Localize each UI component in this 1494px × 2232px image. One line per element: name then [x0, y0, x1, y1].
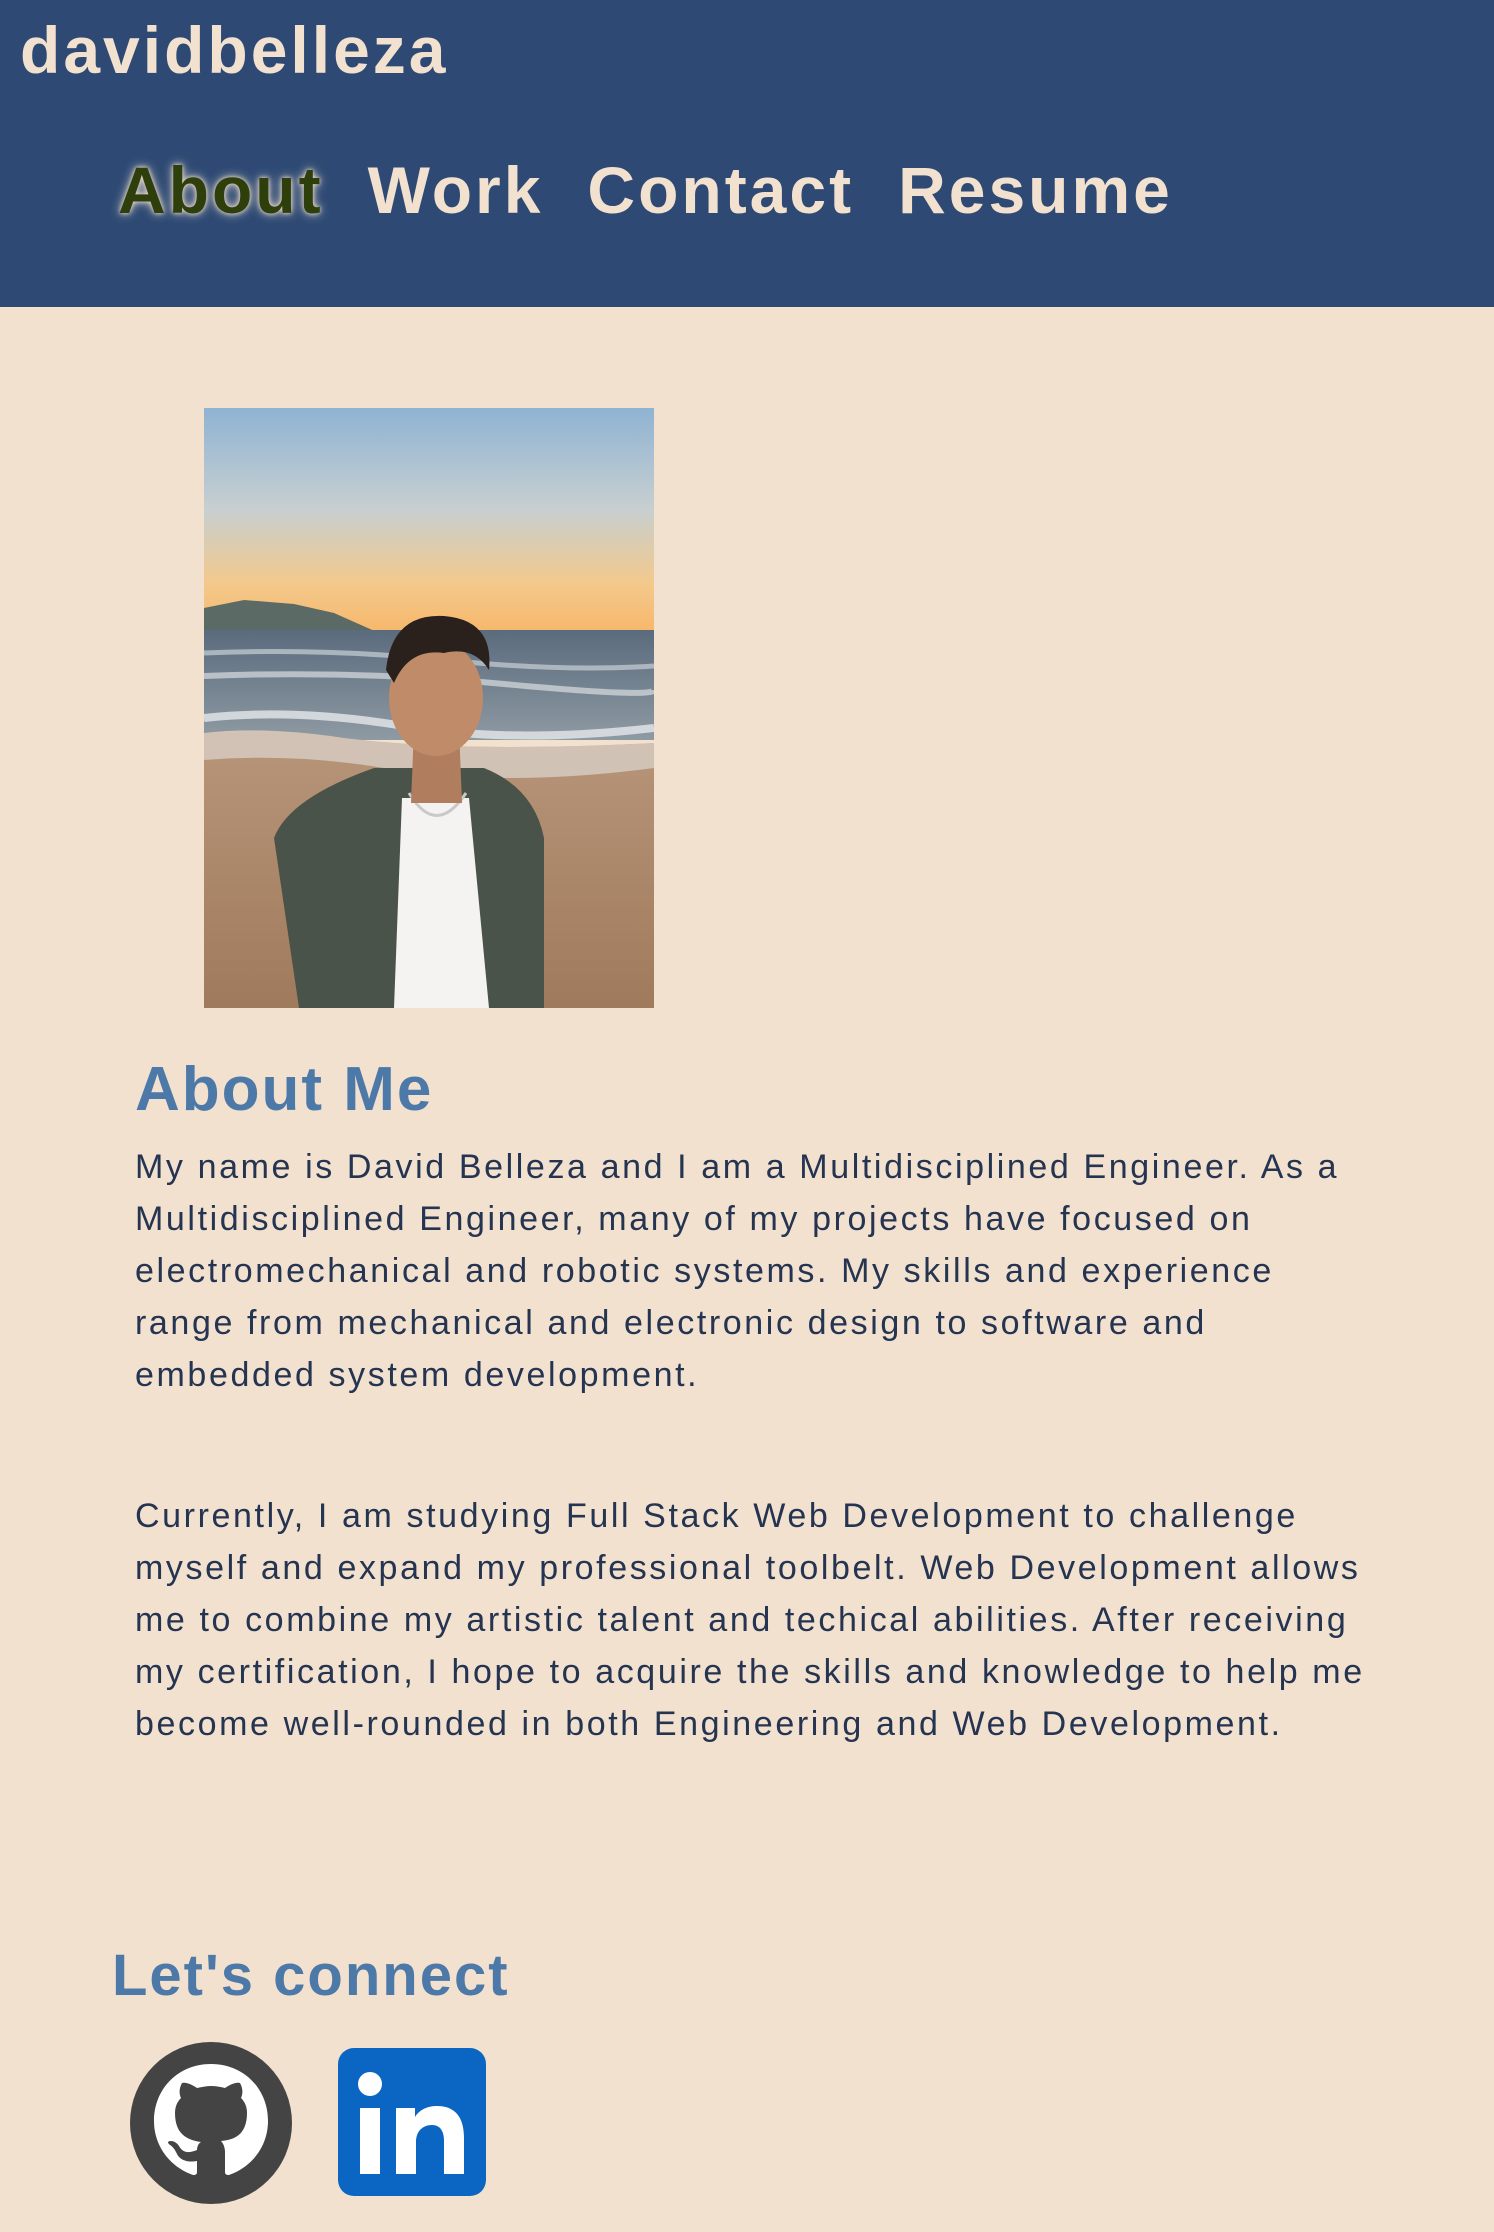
github-icon — [130, 2042, 292, 2204]
site-brand[interactable]: davidbelleza — [20, 12, 449, 88]
main-nav: About Work Contact Resume — [118, 152, 1173, 228]
nav-about[interactable]: About — [118, 152, 324, 228]
profile-photo — [204, 408, 654, 1008]
about-paragraph-2: Currently, I am studying Full Stack Web … — [135, 1497, 1365, 1743]
nav-contact[interactable]: Contact — [587, 152, 854, 228]
nav-resume[interactable]: Resume — [898, 152, 1173, 228]
connect-title: Let's connect — [112, 1943, 510, 2008]
nav-work[interactable]: Work — [368, 152, 544, 228]
site-header: davidbelleza About Work Contact Resume — [0, 0, 1494, 307]
about-title: About Me — [135, 1055, 434, 1124]
linkedin-link[interactable] — [338, 2048, 486, 2196]
github-link[interactable] — [130, 2042, 292, 2204]
about-paragraph-1: My name is David Belleza and I am a Mult… — [135, 1148, 1340, 1394]
linkedin-icon — [338, 2048, 486, 2196]
